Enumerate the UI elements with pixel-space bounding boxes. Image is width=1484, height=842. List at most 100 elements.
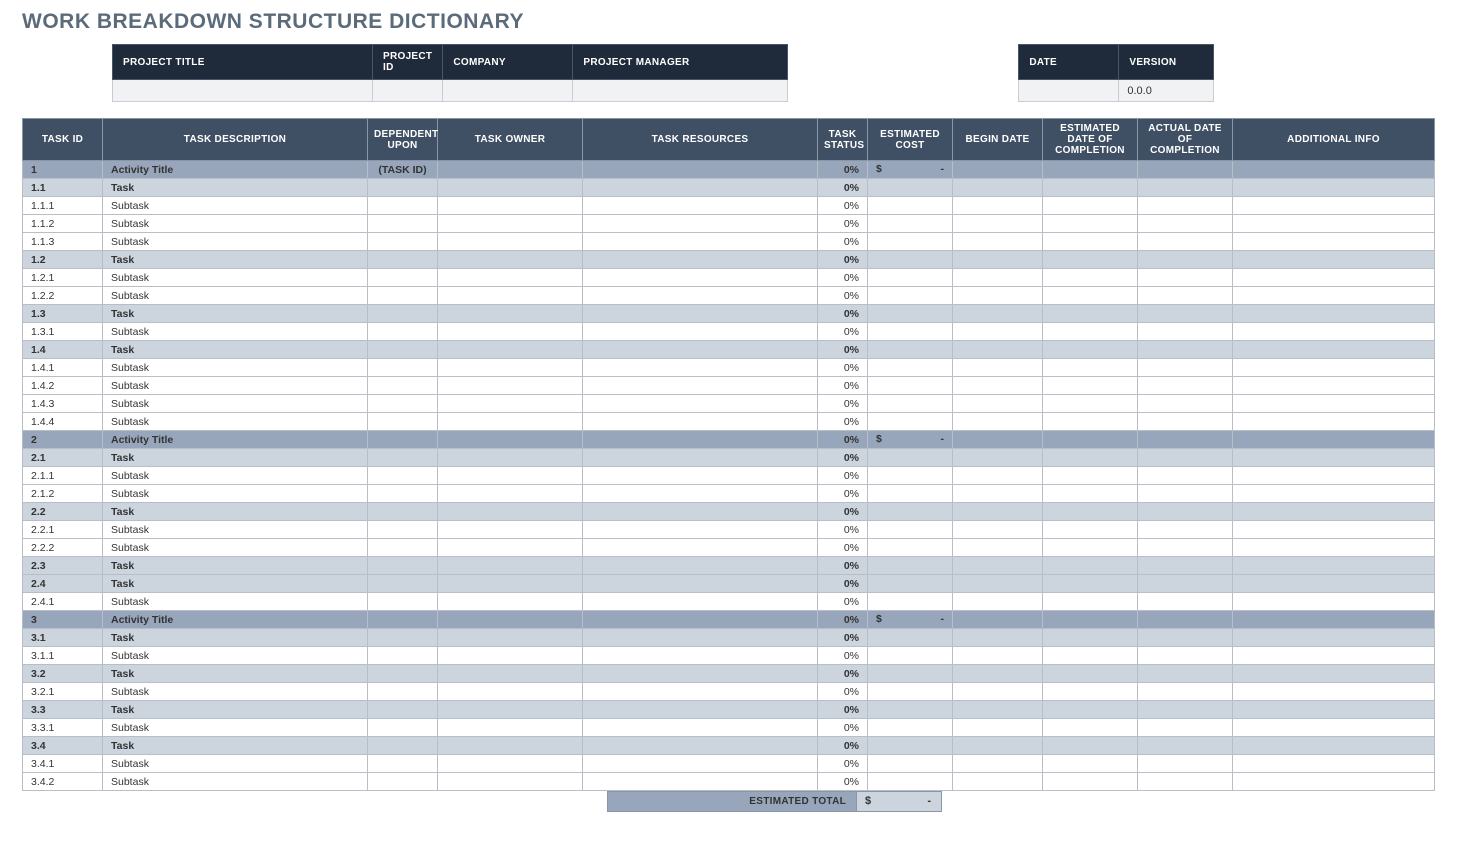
cell-additional-info[interactable] [1233,413,1435,431]
cell-task-owner[interactable] [438,485,583,503]
cell-additional-info[interactable] [1233,251,1435,269]
cell-description[interactable]: Subtask [103,323,368,341]
cell-additional-info[interactable] [1233,467,1435,485]
cell-task-owner[interactable] [438,539,583,557]
cell-task-owner[interactable] [438,683,583,701]
cell-dependent-upon[interactable] [368,737,438,755]
cell-begin-date[interactable] [953,557,1043,575]
cell-additional-info[interactable] [1233,197,1435,215]
cell-begin-date[interactable] [953,215,1043,233]
cell-task-owner[interactable] [438,395,583,413]
cell-est-completion[interactable] [1043,485,1138,503]
cell-task-id[interactable]: 1.1.3 [23,233,103,251]
cell-dependent-upon[interactable] [368,755,438,773]
cell-task-status[interactable]: 0% [818,611,868,629]
cell-task-resources[interactable] [583,485,818,503]
cell-dependent-upon[interactable] [368,377,438,395]
cell-additional-info[interactable] [1233,611,1435,629]
cell-dependent-upon[interactable] [368,485,438,503]
cell-task-resources[interactable] [583,683,818,701]
cell-est-completion[interactable] [1043,521,1138,539]
cell-act-completion[interactable] [1138,287,1233,305]
cell-estimated-cost[interactable] [868,467,953,485]
cell-task-owner[interactable] [438,269,583,287]
cell-description[interactable]: Subtask [103,593,368,611]
cell-dependent-upon[interactable] [368,503,438,521]
cell-task-resources[interactable] [583,503,818,521]
cell-task-owner[interactable] [438,773,583,791]
cell-dependent-upon[interactable] [368,323,438,341]
cell-task-status[interactable]: 0% [818,629,868,647]
cell-description[interactable]: Subtask [103,359,368,377]
cell-estimated-cost[interactable] [868,521,953,539]
cell-act-completion[interactable] [1138,251,1233,269]
cell-act-completion[interactable] [1138,179,1233,197]
cell-task-status[interactable]: 0% [818,269,868,287]
cell-estimated-cost[interactable] [868,413,953,431]
meta-value-company[interactable] [443,80,573,102]
cell-task-status[interactable]: 0% [818,377,868,395]
cell-task-status[interactable]: 0% [818,539,868,557]
cell-est-completion[interactable] [1043,233,1138,251]
cell-dependent-upon[interactable] [368,575,438,593]
cell-begin-date[interactable] [953,413,1043,431]
cell-additional-info[interactable] [1233,503,1435,521]
cell-description[interactable]: Task [103,575,368,593]
cell-task-status[interactable]: 0% [818,485,868,503]
meta-value-project-id[interactable] [373,80,443,102]
cell-task-id[interactable]: 3.2 [23,665,103,683]
cell-additional-info[interactable] [1233,269,1435,287]
cell-task-owner[interactable] [438,341,583,359]
cell-est-completion[interactable] [1043,179,1138,197]
cell-est-completion[interactable] [1043,719,1138,737]
cell-task-id[interactable]: 1.4.1 [23,359,103,377]
cell-task-id[interactable]: 2.1.2 [23,485,103,503]
cell-additional-info[interactable] [1233,539,1435,557]
cell-description[interactable]: Subtask [103,467,368,485]
cell-task-owner[interactable] [438,467,583,485]
cell-additional-info[interactable] [1233,431,1435,449]
cell-task-resources[interactable] [583,449,818,467]
cell-begin-date[interactable] [953,575,1043,593]
cell-begin-date[interactable] [953,665,1043,683]
cell-task-id[interactable]: 1.1 [23,179,103,197]
cell-est-completion[interactable] [1043,377,1138,395]
cell-task-owner[interactable] [438,377,583,395]
cell-est-completion[interactable] [1043,197,1138,215]
cell-task-status[interactable]: 0% [818,575,868,593]
cell-task-status[interactable]: 0% [818,251,868,269]
cell-begin-date[interactable] [953,197,1043,215]
cell-est-completion[interactable] [1043,251,1138,269]
cell-task-status[interactable]: 0% [818,305,868,323]
cell-act-completion[interactable] [1138,485,1233,503]
cell-task-owner[interactable] [438,557,583,575]
cell-task-status[interactable]: 0% [818,503,868,521]
cell-task-status[interactable]: 0% [818,683,868,701]
cell-est-completion[interactable] [1043,539,1138,557]
cell-task-status[interactable]: 0% [818,701,868,719]
cell-additional-info[interactable] [1233,485,1435,503]
cell-act-completion[interactable] [1138,467,1233,485]
cell-task-owner[interactable] [438,629,583,647]
cell-begin-date[interactable] [953,701,1043,719]
cell-estimated-cost[interactable] [868,485,953,503]
cell-additional-info[interactable] [1233,521,1435,539]
cell-estimated-cost[interactable] [868,305,953,323]
cell-begin-date[interactable] [953,647,1043,665]
cell-task-status[interactable]: 0% [818,323,868,341]
cell-estimated-cost[interactable] [868,683,953,701]
cell-additional-info[interactable] [1233,701,1435,719]
cell-act-completion[interactable] [1138,305,1233,323]
cell-begin-date[interactable] [953,251,1043,269]
cell-additional-info[interactable] [1233,395,1435,413]
cell-est-completion[interactable] [1043,593,1138,611]
cell-begin-date[interactable] [953,287,1043,305]
cell-additional-info[interactable] [1233,179,1435,197]
cell-additional-info[interactable] [1233,161,1435,179]
cell-task-id[interactable]: 3.4.2 [23,773,103,791]
cell-estimated-cost[interactable] [868,575,953,593]
cell-estimated-cost[interactable] [868,215,953,233]
cell-task-owner[interactable] [438,611,583,629]
cell-dependent-upon[interactable] [368,629,438,647]
cell-task-owner[interactable] [438,305,583,323]
